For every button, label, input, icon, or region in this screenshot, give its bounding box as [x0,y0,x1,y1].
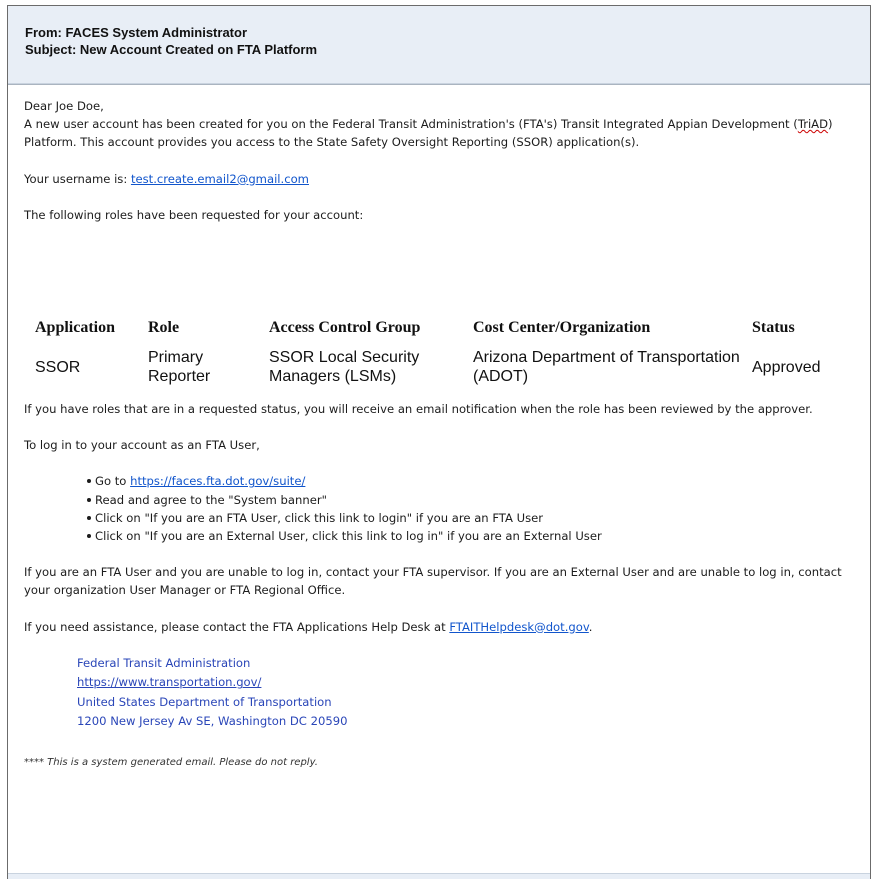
header-status: Status [752,318,795,336]
header-cost-center: Cost Center/Organization [473,318,651,336]
intro-text-1: A new user account has been created for … [24,117,798,132]
header-access-control-group: Access Control Group [269,318,421,336]
cell-organization: Arizona Department of Transportation (AD… [473,349,740,385]
email-frame: From: FACES System Administrator Subject… [7,5,871,879]
signature-address: 1200 New Jersey Av SE, Washington DC 205… [77,714,348,729]
assistance-suffix: . [588,619,593,634]
list-item: Go to https://faces.fta.dot.gov/suite/ [87,472,858,490]
roles-table-header: Application Role Access Control Group Co… [35,311,852,344]
transportation-gov-link[interactable]: https://www.transportation.gov/ [77,675,261,689]
triad-acronym: TriAD [797,117,829,132]
header-application: Application [35,318,116,336]
list-item: Read and agree to the "System banner" [87,491,858,509]
list-item: Click on "If you are an FTA User, click … [87,509,858,527]
system-generated-note: **** This is a system generated email. P… [24,756,318,768]
cell-application: SSOR [35,358,81,376]
signature-dept: United States Department of Transportati… [77,694,332,709]
email-content: Dear Joe Doe, A new user account has bee… [24,97,858,224]
header-role: Role [148,318,180,336]
intro-paragraph: A new user account has been created for … [24,115,858,151]
table-row: SSOR Primary Reporter SSOR Local Securit… [35,344,852,390]
faces-suite-link[interactable]: https://faces.fta.dot.gov/suite/ [130,474,305,488]
list-item: Click on "If you are an External User, c… [87,527,858,545]
username-line: Your username is: test.create.email2@gma… [24,170,858,188]
assistance-prefix: If you need assistance, please contact t… [24,619,450,634]
email-body: Dear Joe Doe, A new user account has bee… [8,84,870,879]
cell-role: Primary Reporter [148,349,211,385]
assistance-line: If you need assistance, please contact t… [24,618,858,636]
greeting: Dear Joe Doe, [24,99,104,113]
cell-status: Approved [752,358,821,376]
email-subject: Subject: New Account Created on FTA Plat… [25,42,318,57]
roles-intro: The following roles have been requested … [24,207,364,222]
username-label: Your username is: [24,171,131,186]
username-link[interactable]: test.create.email2@gmail.com [131,172,309,186]
requested-note: If you have roles that are in a requeste… [24,402,813,416]
roles-table: Application Role Access Control Group Co… [35,311,852,390]
login-steps: Go to https://faces.fta.dot.gov/suite/ R… [24,472,858,545]
signature-block: Federal Transit Administration https://w… [77,654,858,732]
signature-org: Federal Transit Administration [77,655,251,670]
helpdesk-email-link[interactable]: FTAITHelpdesk@dot.gov [449,620,588,634]
login-intro: To log in to your account as an FTA User… [24,438,260,453]
email-content-lower: If you have roles that are in a requeste… [24,400,858,772]
email-from: From: FACES System Administrator [25,25,248,40]
cell-access-control-group: SSOR Local Security Managers (LSMs) [269,349,420,385]
goto-prefix: Go to [95,474,131,489]
unable-login-note: If you are an FTA User and you are unabl… [24,565,842,598]
email-header: From: FACES System Administrator Subject… [8,6,870,84]
bottom-strip [8,873,870,879]
